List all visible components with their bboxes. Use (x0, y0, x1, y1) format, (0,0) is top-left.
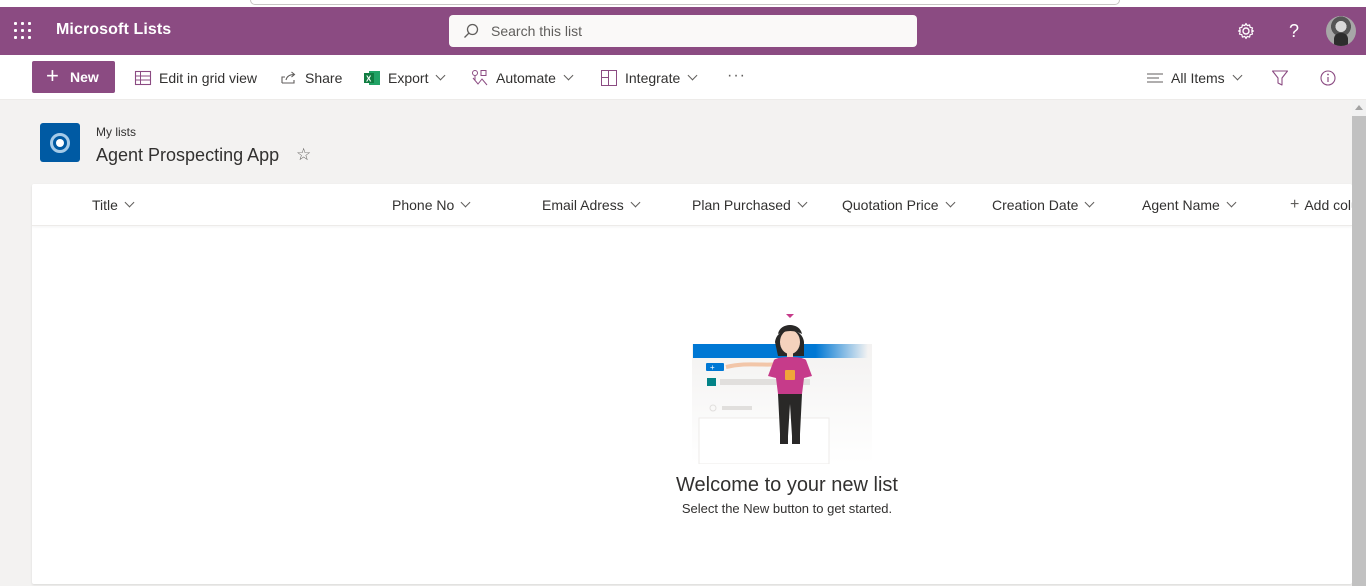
empty-state-heading: Welcome to your new list (676, 474, 898, 496)
export-button[interactable]: X Export (363, 55, 446, 100)
search-input[interactable] (491, 15, 891, 47)
edit-grid-label: Edit in grid view (159, 69, 258, 86)
column-header-email-adress[interactable]: Email Adress (542, 184, 641, 226)
list-view-icon (1146, 69, 1164, 87)
new-button[interactable]: + New (32, 61, 115, 93)
column-header-phone-no[interactable]: Phone No (392, 184, 471, 226)
chevron-down-icon (436, 70, 446, 80)
scrollbar-thumb[interactable] (1352, 116, 1366, 586)
column-label: Email Adress (542, 197, 624, 213)
search-icon (464, 23, 479, 38)
list-card: Title Phone No Email Adress Plan Purchas… (32, 184, 1352, 584)
svg-text:+: + (710, 363, 715, 372)
list-icon (40, 123, 80, 162)
edit-in-grid-view-button[interactable]: Edit in grid view (134, 55, 257, 100)
column-label: Agent Name (1142, 197, 1220, 213)
chevron-down-icon (1226, 197, 1237, 208)
column-label: Plan Purchased (692, 197, 791, 213)
integrate-button[interactable]: Integrate (600, 55, 698, 100)
scroll-up-arrow-icon[interactable] (1355, 105, 1363, 110)
column-label: Title (92, 197, 118, 213)
empty-state-subtext: Select the New button to get started. (681, 501, 893, 516)
command-bar: + New Edit in grid view Share X Export A… (0, 55, 1366, 100)
plus-icon: + (1290, 196, 1300, 213)
more-options-icon[interactable]: ··· (727, 67, 746, 85)
column-header-agent-name[interactable]: Agent Name (1142, 184, 1237, 226)
column-header-title[interactable]: Title (92, 184, 135, 226)
column-header-plan-purchased[interactable]: Plan Purchased (692, 184, 808, 226)
suite-header: Microsoft Lists ? (0, 7, 1366, 55)
add-column-label: Add column (1304, 197, 1352, 213)
excel-icon: X (363, 69, 381, 87)
add-column-button[interactable]: +Add column (1290, 184, 1352, 226)
chevron-down-icon (460, 197, 471, 208)
svg-text:X: X (366, 74, 372, 83)
favorite-star-icon[interactable]: ☆ (296, 145, 311, 165)
user-avatar[interactable] (1326, 16, 1356, 46)
integrate-label: Integrate (625, 69, 681, 86)
share-label: Share (305, 69, 343, 86)
integrate-icon (600, 69, 618, 87)
browser-top-strip (0, 0, 1366, 7)
chevron-down-icon (124, 197, 135, 208)
share-button[interactable]: Share (280, 55, 342, 100)
column-header-quotation-price[interactable]: Quotation Price (842, 184, 955, 226)
automate-label: Automate (496, 69, 556, 86)
vertical-scrollbar[interactable] (1352, 100, 1366, 586)
column-header-row: Title Phone No Email Adress Plan Purchas… (32, 184, 1352, 226)
export-label: Export (388, 69, 429, 86)
grid-icon (134, 69, 152, 87)
info-icon (1320, 69, 1336, 86)
automate-icon (471, 69, 489, 87)
page-title: Agent Prospecting App (96, 145, 280, 165)
column-label: Phone No (392, 197, 455, 213)
view-selector[interactable]: All Items (1146, 55, 1243, 100)
info-button[interactable] (1319, 55, 1337, 100)
chevron-down-icon (797, 197, 808, 208)
app-launcher-icon[interactable] (14, 22, 32, 40)
automate-button[interactable]: Automate (471, 55, 574, 100)
chevron-down-icon (563, 70, 574, 80)
column-label: Quotation Price (842, 197, 939, 213)
settings-gear-icon[interactable] (1234, 19, 1258, 43)
empty-list-illustration: + (692, 304, 912, 465)
help-icon[interactable]: ? (1282, 19, 1306, 43)
chevron-down-icon (945, 197, 955, 208)
new-button-label: New (70, 69, 99, 85)
column-header-creation-date[interactable]: Creation Date (992, 184, 1095, 226)
plus-icon: + (46, 63, 59, 88)
breadcrumb[interactable]: My lists (96, 125, 136, 139)
filter-icon (1271, 69, 1289, 86)
chevron-down-icon (1232, 70, 1243, 80)
filter-button[interactable] (1271, 55, 1289, 100)
search-box[interactable] (449, 15, 917, 47)
column-label: Creation Date (992, 197, 1079, 213)
view-label: All Items (1171, 69, 1225, 86)
chevron-down-icon (1084, 197, 1095, 208)
chevron-down-icon (687, 70, 698, 80)
app-title[interactable]: Microsoft Lists (56, 21, 171, 39)
share-icon (280, 69, 298, 87)
chevron-down-icon (630, 197, 641, 208)
